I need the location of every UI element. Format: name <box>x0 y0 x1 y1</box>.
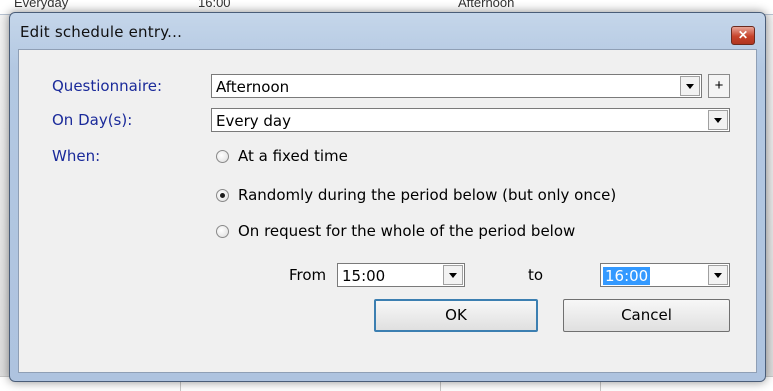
from-time-select[interactable]: 15:00 <box>337 263 465 287</box>
questionnaire-select[interactable]: Afternoon <box>211 74 702 98</box>
chevron-down-icon[interactable] <box>443 265 463 285</box>
edit-schedule-dialog: Edit schedule entry... ✕ Questionnaire: … <box>9 12 766 382</box>
radio-button[interactable] <box>216 150 229 163</box>
close-icon: ✕ <box>737 28 749 42</box>
background-cell: 16:00 <box>198 0 231 10</box>
questionnaire-label: Questionnaire: <box>52 77 163 95</box>
chevron-down-icon[interactable] <box>708 110 728 130</box>
close-button[interactable]: ✕ <box>731 26 755 45</box>
cancel-button[interactable]: Cancel <box>563 299 730 332</box>
on-days-select[interactable]: Every day <box>211 108 730 132</box>
from-label: From <box>289 266 327 284</box>
background-cell: Afternoon <box>458 0 515 10</box>
dialog-title: Edit schedule entry... <box>20 23 183 41</box>
on-days-label: On Day(s): <box>52 111 133 129</box>
dialog-client-area: Questionnaire: Afternoon + On Day(s): Ev… <box>18 49 757 373</box>
add-questionnaire-button[interactable]: + <box>708 74 730 98</box>
chevron-down-icon[interactable] <box>680 76 700 96</box>
to-time-value: 16:00 <box>603 267 651 285</box>
radio-button-checked[interactable] <box>216 189 229 202</box>
radio-fixed-time-label[interactable]: At a fixed time <box>238 147 348 165</box>
radio-random-period-label[interactable]: Randomly during the period below (but on… <box>238 186 616 204</box>
ok-button[interactable]: OK <box>374 299 538 332</box>
to-label: to <box>528 266 544 284</box>
radio-button[interactable] <box>216 225 229 238</box>
to-time-select[interactable]: 16:00 <box>600 263 730 287</box>
questionnaire-value: Afternoon <box>216 78 290 96</box>
on-days-value: Every day <box>216 112 291 130</box>
background-cell: Everyday <box>14 0 69 10</box>
from-time-value: 15:00 <box>342 267 386 285</box>
when-label: When: <box>52 147 101 165</box>
chevron-down-icon[interactable] <box>708 265 728 285</box>
radio-on-request-label[interactable]: On request for the whole of the period b… <box>238 222 575 240</box>
